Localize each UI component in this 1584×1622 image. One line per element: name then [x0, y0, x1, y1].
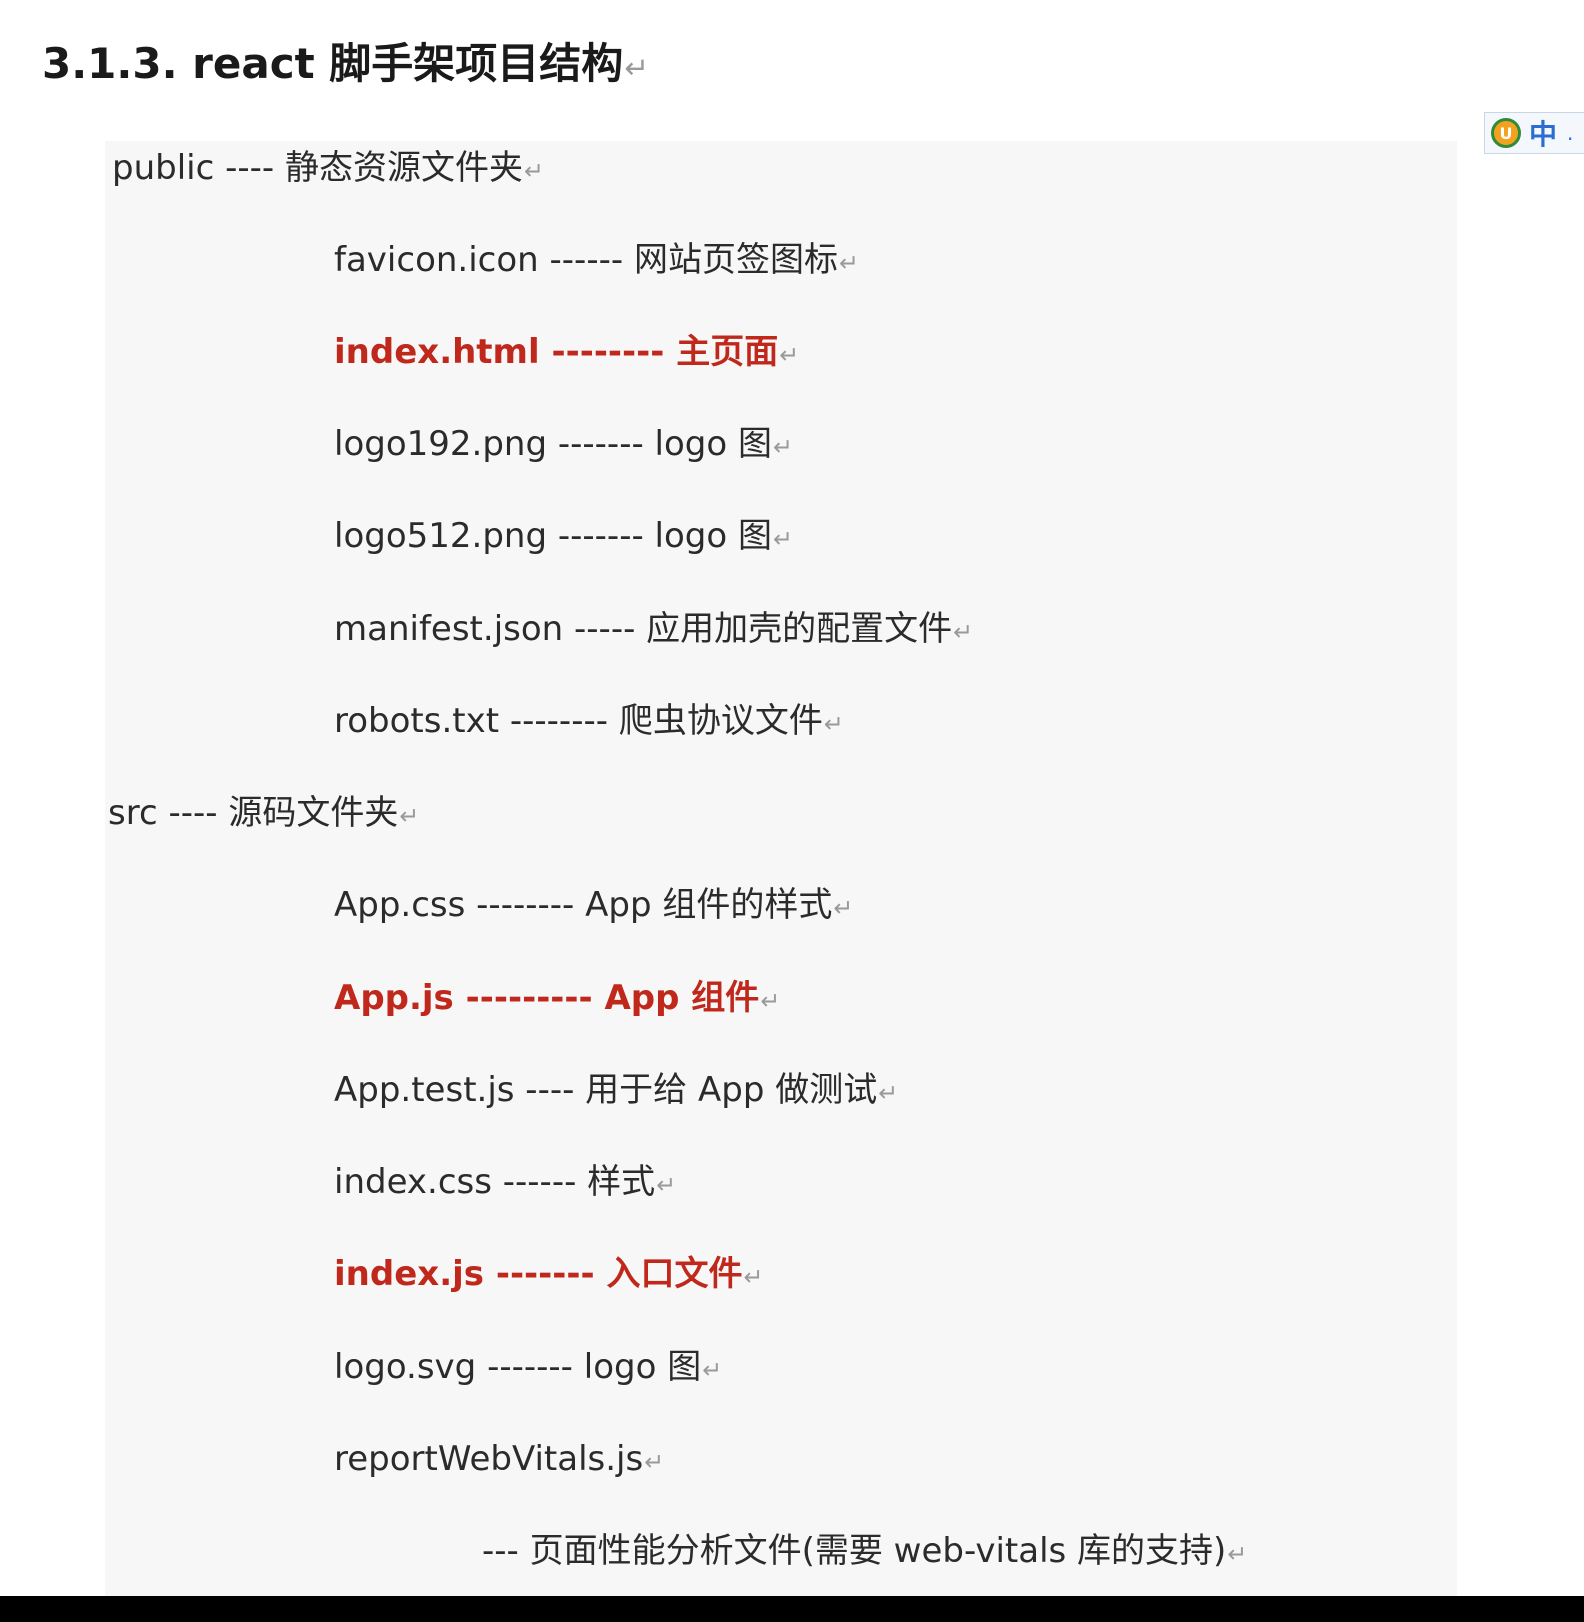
- paragraph-mark: ↵: [702, 1356, 723, 1384]
- paragraph-mark: ↵: [772, 525, 793, 553]
- tree-line-index-css: index.css ------ 样式↵: [334, 1160, 676, 1207]
- tree-line-text: index.html -------- 主页面: [334, 332, 779, 372]
- document-page: 3.1.3. react 脚手架项目结构↵ U 中 . public ---- …: [0, 0, 1584, 1622]
- paragraph-mark: ↵: [644, 1448, 665, 1476]
- tree-line-text: robots.txt -------- 爬虫协议文件: [334, 701, 823, 741]
- tree-line-src: src ---- 源码文件夹↵: [108, 791, 419, 838]
- tree-line-text: --- 页面性能分析文件(需要 web-vitals 库的支持): [482, 1531, 1227, 1571]
- tree-line-robots: robots.txt -------- 爬虫协议文件↵: [334, 699, 844, 746]
- tree-line-report-web-vitals: reportWebVitals.js↵: [334, 1437, 664, 1484]
- tree-line-text: manifest.json ----- 应用加壳的配置文件: [334, 609, 953, 649]
- tree-line-app-test: App.test.js ---- 用于给 App 做测试↵: [334, 1068, 898, 1115]
- paragraph-mark: ↵: [772, 433, 793, 461]
- paragraph-mark: ↵: [878, 1079, 899, 1107]
- paragraph-mark: ↵: [743, 1263, 764, 1291]
- paragraph-mark: ↵: [838, 249, 859, 277]
- tree-line-app-js: App.js --------- App 组件↵: [334, 976, 780, 1023]
- tree-line-text: App.test.js ---- 用于给 App 做测试: [334, 1070, 878, 1110]
- tree-line-index-js: index.js ------- 入口文件↵: [334, 1252, 763, 1299]
- tree-line-text: index.css ------ 样式: [334, 1162, 656, 1202]
- tree-line-text: src ---- 源码文件夹: [108, 793, 399, 833]
- paragraph-mark: ↵: [624, 51, 649, 85]
- tree-line-text: logo192.png ------- logo 图: [334, 424, 772, 464]
- tree-line-text: favicon.icon ------ 网站页签图标: [334, 240, 838, 280]
- tree-line-report-web-vitals-desc: --- 页面性能分析文件(需要 web-vitals 库的支持)↵: [482, 1529, 1247, 1576]
- tree-line-public: public ---- 静态资源文件夹↵: [112, 146, 544, 193]
- ime-toolbar[interactable]: U 中 .: [1484, 112, 1584, 154]
- paragraph-mark: ↵: [524, 157, 544, 185]
- tree-line-text: App.css -------- App 组件的样式: [334, 885, 833, 925]
- paragraph-mark: ↵: [760, 987, 781, 1015]
- ime-punctuation-indicator[interactable]: .: [1567, 121, 1573, 145]
- tree-line-manifest: manifest.json ----- 应用加壳的配置文件↵: [334, 607, 973, 654]
- tree-line-text: reportWebVitals.js: [334, 1439, 644, 1479]
- section-heading-text: 3.1.3. react 脚手架项目结构: [42, 39, 624, 88]
- tree-line-text: App.js --------- App 组件: [334, 978, 760, 1018]
- paragraph-mark: ↵: [833, 894, 854, 922]
- paragraph-mark: ↵: [823, 710, 844, 738]
- ime-logo-icon: U: [1491, 118, 1521, 148]
- paragraph-mark: ↵: [779, 341, 800, 369]
- tree-line-text: public ---- 静态资源文件夹: [112, 148, 523, 188]
- tree-line-app-css: App.css -------- App 组件的样式↵: [334, 883, 853, 930]
- tree-line-logo192: logo192.png ------- logo 图↵: [334, 422, 793, 469]
- paragraph-mark: ↵: [1227, 1540, 1248, 1568]
- tree-line-logo-svg: logo.svg ------- logo 图↵: [334, 1345, 722, 1392]
- tree-line-logo512: logo512.png ------- logo 图↵: [334, 514, 793, 561]
- section-heading: 3.1.3. react 脚手架项目结构↵: [42, 34, 649, 98]
- ime-language-indicator[interactable]: 中: [1529, 113, 1557, 153]
- bottom-black-bar: [0, 1596, 1584, 1622]
- tree-line-text: index.js ------- 入口文件: [334, 1254, 743, 1294]
- paragraph-mark: ↵: [953, 618, 974, 646]
- tree-line-text: logo.svg ------- logo 图: [334, 1347, 702, 1387]
- paragraph-mark: ↵: [656, 1171, 677, 1199]
- tree-line-favicon: favicon.icon ------ 网站页签图标↵: [334, 238, 859, 285]
- tree-line-index-html: index.html -------- 主页面↵: [334, 330, 799, 377]
- paragraph-mark: ↵: [399, 802, 420, 830]
- tree-line-text: logo512.png ------- logo 图: [334, 516, 772, 556]
